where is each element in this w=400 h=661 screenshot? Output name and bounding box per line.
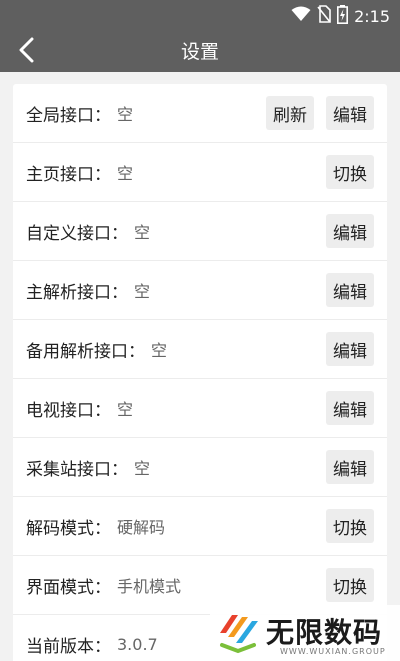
setting-value: 空 [151,341,168,360]
setting-label: 解码模式： [26,518,111,539]
setting-row-collector-interface: 采集站接口： 空 编辑 [13,438,387,497]
setting-value: 空 [117,105,134,124]
switch-button[interactable]: 切换 [326,568,374,602]
wifi-icon [291,6,311,26]
status-icons: 2:15 [291,4,390,28]
setting-value: 空 [117,400,134,419]
setting-row-main-parse-interface: 主解析接口： 空 编辑 [13,261,387,320]
status-bar: 2:15 [0,0,400,32]
no-sim-icon [317,5,331,27]
switch-button[interactable]: 切换 [326,509,374,543]
edit-button[interactable]: 编辑 [326,332,374,366]
watermark-title: 无限数码 [266,616,383,649]
setting-row-custom-interface: 自定义接口： 空 编辑 [13,202,387,261]
edit-button[interactable]: 编辑 [326,273,374,307]
setting-label: 主页接口： [26,164,111,185]
switch-button[interactable]: 切换 [326,155,374,189]
setting-row-backup-parse-interface: 备用解析接口： 空 编辑 [13,320,387,379]
setting-value: 空 [134,223,151,242]
watermark-logo-icon [216,611,260,655]
refresh-button[interactable]: 刷新 [266,96,314,130]
setting-value: 空 [117,164,134,183]
setting-label: 界面模式： [26,577,111,598]
setting-row-home-interface: 主页接口： 空 切换 [13,143,387,202]
edit-button[interactable]: 编辑 [326,96,374,130]
settings-card: 全局接口： 空 刷新 编辑 主页接口： 空 切换 自定义接口： 空 编辑 主解析… [13,84,387,661]
edit-button[interactable]: 编辑 [326,214,374,248]
setting-label: 全局接口： [26,105,111,126]
setting-label: 备用解析接口： [26,341,145,362]
setting-value: 空 [134,459,151,478]
watermark-subtitle: WWW.WUXIAN.GROUP [280,647,386,656]
setting-label: 主解析接口： [26,282,128,303]
edit-button[interactable]: 编辑 [326,450,374,484]
setting-label: 采集站接口： [26,459,128,480]
setting-row-tv-interface: 电视接口： 空 编辑 [13,379,387,438]
setting-label: 自定义接口： [26,223,128,244]
edit-button[interactable]: 编辑 [326,391,374,425]
watermark: 无限数码 WWW.WUXIAN.GROUP [210,605,400,661]
page-title: 设置 [180,41,219,63]
app-bar: 设置 [0,32,400,72]
setting-label: 电视接口： [26,400,111,421]
setting-value: 3.0.7 [117,634,158,654]
setting-value: 硬解码 [117,518,166,537]
setting-label: 当前版本： [26,636,111,657]
setting-row-decode-mode: 解码模式： 硬解码 切换 [13,497,387,556]
setting-value: 空 [134,282,151,301]
status-time: 2:15 [354,6,390,26]
setting-row-global-interface: 全局接口： 空 刷新 编辑 [13,84,387,143]
battery-charging-icon [337,4,349,28]
setting-value: 手机模式 [117,577,182,596]
